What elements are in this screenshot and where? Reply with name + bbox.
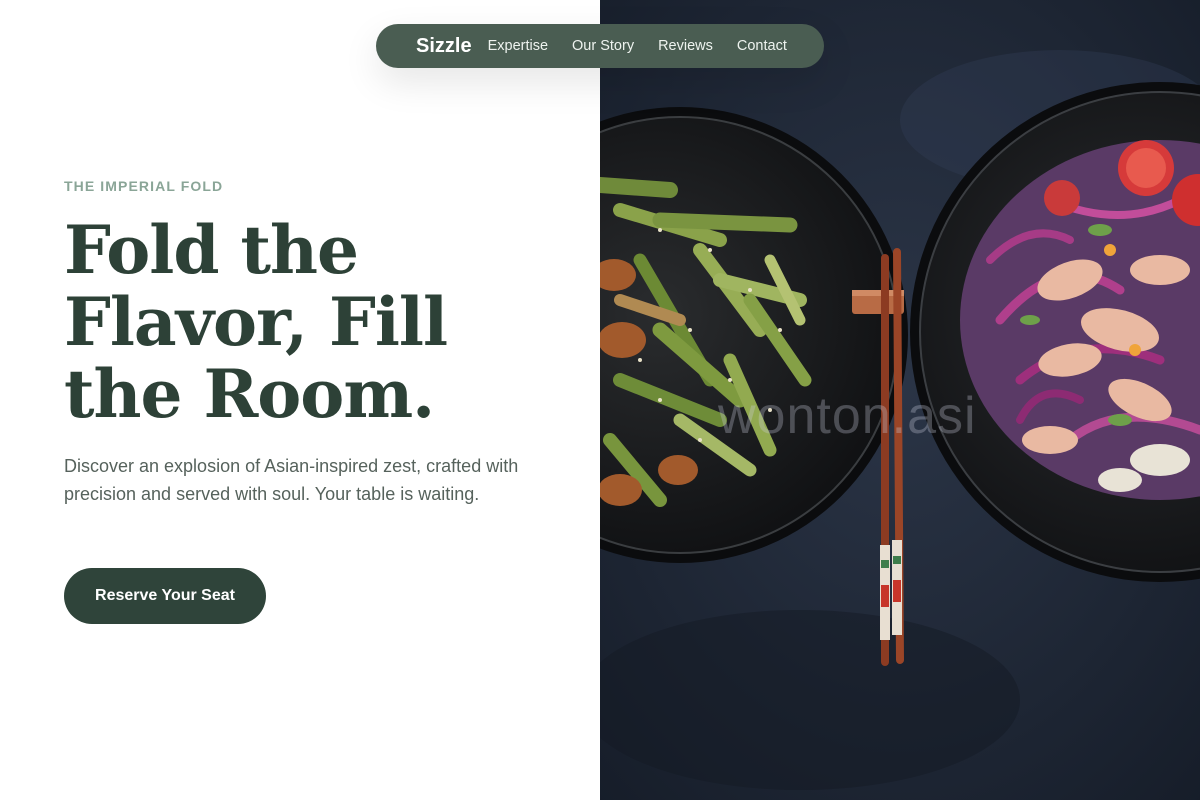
hero-text-panel: THE IMPERIAL FOLD Fold the Flavor, Fill … [0,0,600,800]
hero-eyebrow: THE IMPERIAL FOLD [64,178,224,194]
brand-logo[interactable]: Sizzle [416,35,472,58]
nav-link-contact[interactable]: Contact [737,38,787,54]
reserve-seat-button[interactable]: Reserve Your Seat [64,568,266,624]
nav-link-expertise[interactable]: Expertise [488,38,548,54]
hero-food-image: wonton.asi [600,0,1200,800]
headline-line-1: Fold the [64,211,359,289]
headline-line-2: Flavor, Fill [64,283,448,361]
hero-page: THE IMPERIAL FOLD Fold the Flavor, Fill … [0,0,1200,800]
hero-headline: Fold the Flavor, Fill the Room. [64,214,564,430]
image-watermark: wonton.asi [718,387,977,445]
hero-intro: Discover an explosion of Asian-inspired … [64,456,519,504]
nav-link-our-story[interactable]: Our Story [572,38,634,54]
nav-link-reviews[interactable]: Reviews [658,38,713,54]
headline-line-3: the Room. [64,355,435,433]
top-navigation: Sizzle Expertise Our Story Reviews Conta… [376,24,824,68]
